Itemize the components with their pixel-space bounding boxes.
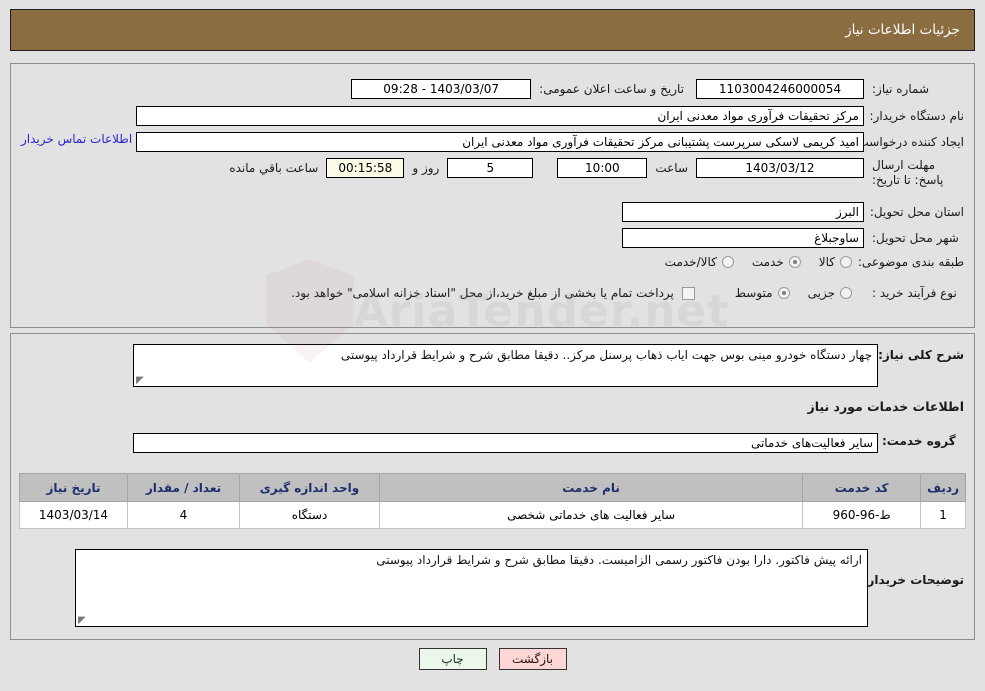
services-section-title: اطلاعات خدمات مورد نیاز: [807, 399, 965, 414]
category-row: طبقه بندی موضوعی: کالا خدمت کالا/خدمت: [647, 255, 964, 269]
need-number-label: شماره نیاز:: [872, 82, 929, 96]
cell-index: 1: [920, 501, 966, 529]
province-value: البرز: [622, 202, 864, 222]
services-table: ردیف کد خدمت نام خدمت واحد اندازه گیری ت…: [19, 473, 966, 529]
buyer-org-label: نام دستگاه خریدار:: [869, 109, 965, 123]
days-value: 5: [447, 158, 534, 178]
need-number-value: 1103004246000054: [696, 79, 864, 99]
process-label: نوع فرآیند خرید :: [872, 286, 957, 300]
announce-datetime-label: تاریخ و ساعت اعلان عمومی:: [539, 82, 684, 96]
service-group-label-wrap: گروه خدمت:: [882, 434, 964, 448]
need-description-panel: شرح کلی نیاز: چهار دستگاه خودرو مینی بوس…: [10, 333, 975, 465]
hour-value: 10:00: [557, 158, 648, 178]
province-label: استان محل تحویل:: [869, 205, 964, 219]
back-button[interactable]: بازگشت: [498, 648, 567, 670]
radio-khedmat-icon[interactable]: [788, 256, 801, 268]
service-group-value: سایر فعالیت‌های خدماتی: [133, 433, 878, 453]
creator-value: امید کریمی لاسکی سرپرست پشتیبانی مرکز تح…: [136, 132, 864, 152]
col-unit: واحد اندازه گیری: [239, 473, 380, 502]
announce-datetime-row: تاریخ و ساعت اعلان عمومی: 1403/03/07 - 0…: [351, 79, 684, 99]
category-option-khedmat[interactable]: خدمت: [734, 255, 801, 269]
need-desc-label: شرح کلی نیاز:: [878, 348, 964, 362]
radio-motevaset-icon[interactable]: [777, 287, 790, 299]
col-index: ردیف: [920, 473, 966, 502]
process-row: نوع فرآیند خرید : جزیی متوسط پرداخت تمام…: [291, 286, 964, 300]
process-option-motevaset[interactable]: متوسط: [717, 286, 790, 300]
creator-label: ایجاد کننده درخواست:: [853, 135, 964, 149]
services-table-panel: ردیف کد خدمت نام خدمت واحد اندازه گیری ت…: [10, 465, 975, 541]
cell-date: 1403/03/14: [19, 501, 128, 529]
need-number-row: شماره نیاز: 1103004246000054: [696, 79, 964, 99]
cell-name: سایر فعالیت های خدماتی شخصی: [378, 501, 804, 529]
resize-grip-icon[interactable]: ◥: [78, 615, 87, 626]
cell-code: ط-96-960: [802, 501, 922, 529]
need-info-panel: شماره نیاز: 1103004246000054 تاریخ و ساع…: [10, 63, 975, 328]
col-code: کد خدمت: [802, 473, 922, 502]
col-quantity: تعداد / مقدار: [127, 473, 240, 502]
deadline-label: مهلت ارسال پاسخ: تا تاریخ:: [872, 158, 944, 187]
need-desc-label-wrap: شرح کلی نیاز:: [878, 348, 964, 362]
need-desc-value: چهار دستگاه خودرو مینی بوس جهت ایاب ذهاب…: [340, 348, 872, 362]
treasury-checkbox[interactable]: [681, 286, 695, 300]
action-buttons: بازگشت چاپ: [0, 648, 985, 670]
resize-grip-icon[interactable]: ◥: [136, 375, 145, 386]
city-label: شهر محل تحویل:: [872, 231, 959, 245]
contact-link-row: اطلاعات تماس خریدار: [21, 132, 132, 146]
buyer-notes-panel: توضیحات خریدار: ارائه پیش فاکتور. دارا ب…: [10, 541, 975, 640]
page-header: جزئیات اطلاعات نیاز: [10, 9, 975, 51]
process-option-jozii-label: جزیی: [807, 286, 835, 300]
page-root: جزئیات اطلاعات نیاز شماره نیاز: 11030042…: [0, 0, 985, 691]
city-value: ساوجبلاغ: [622, 228, 864, 248]
buyer-notes-label-wrap: توضیحات خریدار:: [862, 573, 964, 587]
print-button[interactable]: چاپ: [418, 648, 487, 670]
table-header-row: ردیف کد خدمت نام خدمت واحد اندازه گیری ت…: [19, 473, 966, 502]
hour-label: ساعت: [655, 161, 688, 175]
remaining-time-label: ساعت باقي مانده: [229, 161, 319, 175]
creator-row: ایجاد کننده درخواست: امید کریمی لاسکی سر…: [136, 132, 964, 152]
radio-jozii-icon[interactable]: [840, 287, 852, 299]
cell-unit: دستگاه: [239, 501, 380, 529]
buyer-org-row: نام دستگاه خریدار: مرکز تحقیقات فرآوری م…: [136, 106, 964, 126]
deadline-fields-row: 1403/03/12 ساعت 10:00 5 روز و 00:15:58 س…: [229, 158, 864, 178]
province-row: استان محل تحویل: البرز: [622, 202, 964, 222]
page-title: جزئیات اطلاعات نیاز: [845, 22, 960, 38]
process-option-jozii[interactable]: جزیی: [790, 286, 852, 300]
category-option-kala-label: کالا: [818, 255, 835, 269]
category-label: طبقه بندی موضوعی:: [857, 255, 964, 269]
buyer-notes-textarea[interactable]: ارائه پیش فاکتور. دارا بودن فاکتور رسمی …: [75, 549, 868, 627]
buyer-notes-label: توضیحات خریدار:: [862, 573, 964, 587]
service-group-label: گروه خدمت:: [882, 434, 956, 448]
remaining-time-value: 00:15:58: [326, 158, 405, 178]
days-label: روز و: [412, 161, 440, 175]
announce-datetime-value: 1403/03/07 - 09:28: [351, 79, 532, 99]
buyer-contact-link[interactable]: اطلاعات تماس خریدار: [21, 132, 132, 146]
deadline-date-value: 1403/03/12: [696, 158, 864, 178]
city-row: شهر محل تحویل: ساوجبلاغ: [622, 228, 964, 248]
category-option-kala-khedmat-label: کالا/خدمت: [664, 255, 717, 269]
category-option-khedmat-label: خدمت: [751, 255, 784, 269]
col-date: تاریخ نیاز: [19, 473, 128, 502]
deadline-label-wrap: مهلت ارسال پاسخ: تا تاریخ:: [872, 158, 964, 188]
table-row: 1 ط-96-960 سایر فعالیت های خدماتی شخصی د…: [19, 501, 966, 529]
process-option-motevaset-label: متوسط: [734, 286, 773, 300]
radio-kala-icon[interactable]: [840, 256, 852, 268]
radio-kala-khedmat-icon[interactable]: [721, 256, 734, 268]
buyer-notes-value: ارائه پیش فاکتور. دارا بودن فاکتور رسمی …: [376, 553, 862, 567]
buyer-org-value: مرکز تحقیقات فرآوری مواد معدنی ایران: [136, 106, 864, 126]
need-desc-textarea[interactable]: چهار دستگاه خودرو مینی بوس جهت ایاب ذهاب…: [133, 344, 878, 387]
col-name: نام خدمت: [378, 473, 804, 502]
cell-quantity: 4: [127, 501, 240, 529]
category-option-kala[interactable]: کالا: [801, 255, 852, 269]
category-option-kala-khedmat[interactable]: کالا/خدمت: [647, 255, 734, 269]
treasury-checkbox-label: پرداخت تمام یا بخشی از مبلغ خرید،از محل …: [291, 286, 674, 300]
services-section-title-wrap: اطلاعات خدمات مورد نیاز: [808, 399, 965, 414]
